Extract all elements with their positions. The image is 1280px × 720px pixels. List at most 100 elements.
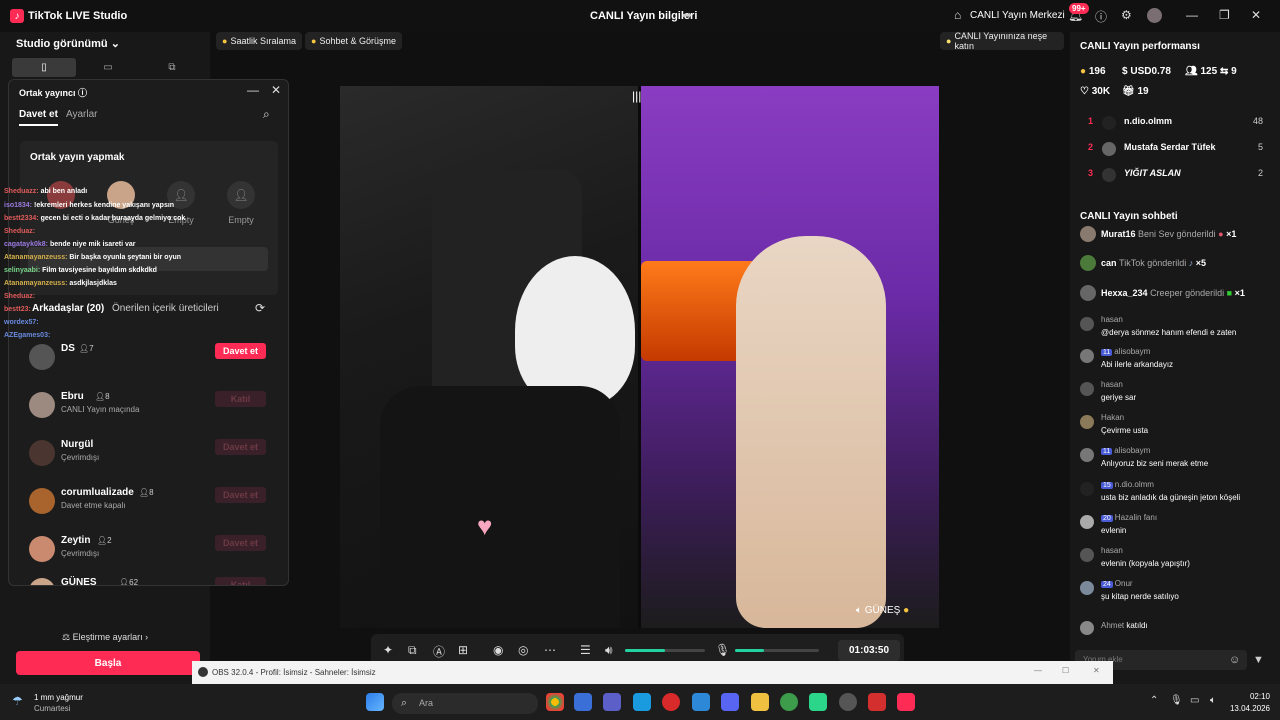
avatar: [1080, 621, 1094, 635]
fun-tip-chip[interactable]: ● CANLI Yayınınıza neşe katın: [940, 31, 1064, 51]
taskbar-search[interactable]: Ara: [392, 693, 538, 714]
windows-start-icon[interactable]: [366, 693, 384, 711]
avatar: [1080, 581, 1094, 595]
filter-icon[interactable]: ▼: [1253, 654, 1264, 666]
gear-icon[interactable]: ⚙: [1121, 8, 1132, 22]
obs-window-bar[interactable]: OBS 32.0.4 - Profil: İsimsiz - Sahneler:…: [192, 661, 1113, 684]
studio-view-dropdown[interactable]: Studio görünümü ⌄: [16, 37, 120, 50]
obs-title: OBS 32.0.4 - Profil: İsimsiz - Sahneler:…: [212, 668, 376, 677]
teams-icon[interactable]: [603, 693, 621, 711]
mic-slider[interactable]: [735, 649, 819, 652]
effects-icon[interactable]: ⧉: [408, 643, 417, 658]
overlay-user: Sheduaz:: [4, 293, 36, 300]
mic-fill: [735, 649, 765, 652]
home-icon[interactable]: ⌂: [954, 8, 961, 22]
display-icon[interactable]: ▭: [1190, 695, 1199, 706]
maximize-icon[interactable]: ☐: [1062, 666, 1069, 675]
friend-count: 👤︎62: [119, 578, 139, 586]
opera-icon[interactable]: [662, 693, 680, 711]
shares-value: 9: [1231, 66, 1237, 77]
sliders-icon[interactable]: ☰: [580, 643, 591, 657]
close-icon[interactable]: ✕: [1093, 666, 1100, 675]
avatar[interactable]: [1147, 8, 1162, 23]
magic-wand-icon[interactable]: ✦: [383, 643, 393, 657]
chat-user: hasan: [1101, 315, 1123, 324]
ranking-row[interactable]: 3 YIĞIT ASLAN 2: [1088, 168, 1263, 186]
store-icon[interactable]: [574, 693, 592, 711]
add-source-icon[interactable]: ⊞: [458, 643, 468, 657]
join-user: Ahmet: [1101, 621, 1125, 630]
live-center-link[interactable]: CANLI Yayın Merkezi: [970, 10, 1065, 21]
gift-count: ×1: [1234, 288, 1245, 298]
friend-row: Zeytin 👤︎2 Çevrimdışı Davet et: [19, 531, 277, 577]
chat-text: evlenin (kopyala yapıştır): [1101, 559, 1190, 568]
minimize-icon[interactable]: —: [1034, 666, 1042, 675]
obs-icon[interactable]: [839, 693, 857, 711]
tab-settings[interactable]: Ayarlar: [66, 109, 98, 120]
close-icon[interactable]: ✕: [271, 83, 281, 97]
volume-icon[interactable]: 🔊︎: [605, 643, 613, 658]
folder-icon[interactable]: [751, 693, 769, 711]
gift-row: can TikTok gönderildi ♪ ×5: [1078, 255, 1278, 275]
invite-button[interactable]: Davet et: [215, 439, 266, 455]
edge-icon[interactable]: [633, 693, 651, 711]
chevron-up-icon[interactable]: ⌃: [1150, 695, 1158, 706]
friend-count: 👤︎2: [97, 536, 112, 545]
youtube-icon[interactable]: [868, 693, 886, 711]
refresh-icon[interactable]: ⟳: [255, 301, 265, 315]
live-preview[interactable]: ♥ 🔈︎ GÜNEŞ ● |||: [340, 86, 939, 628]
app-icon[interactable]: [809, 693, 827, 711]
tiktok-icon[interactable]: [897, 693, 915, 711]
microphone-icon[interactable]: 🎙︎: [1170, 695, 1183, 706]
camera-icon[interactable]: ◎: [518, 643, 528, 657]
start-live-button[interactable]: Başla: [16, 651, 200, 675]
minimize-icon[interactable]: —: [247, 83, 259, 97]
chat-meet-chip[interactable]: ● Sohbet & Görüşme: [305, 32, 402, 50]
record-icon[interactable]: ◉: [493, 643, 503, 657]
ranking-row[interactable]: 2 Mustafa Serdar Tüfek 5: [1088, 142, 1263, 160]
microphone-icon[interactable]: 🎙︎: [715, 643, 730, 657]
portrait-layout-button[interactable]: ▯: [12, 58, 76, 77]
more-icon[interactable]: ⋯: [544, 643, 556, 657]
chat-text: Abi ilerle arkandayız: [1101, 360, 1174, 369]
clock-time[interactable]: 02:10: [1230, 692, 1270, 701]
hourly-ranking-chip[interactable]: ● Saatlik Sıralama: [216, 32, 302, 50]
invite-button[interactable]: Davet et: [215, 343, 266, 359]
browser-icon[interactable]: [780, 693, 798, 711]
maximize-icon[interactable]: ❐: [1219, 8, 1230, 22]
tab-invite[interactable]: Davet et: [19, 109, 58, 126]
chrome-icon[interactable]: [546, 693, 564, 711]
volume-slider[interactable]: [625, 649, 705, 652]
speaker-icon[interactable]: 🔈︎: [1210, 695, 1216, 706]
join-button[interactable]: Katıl: [215, 391, 266, 407]
invite-button[interactable]: Davet et: [215, 487, 266, 503]
ai-icon[interactable]: Ⓐ: [433, 643, 445, 660]
speaker-icon: 🔈︎: [856, 605, 862, 616]
help-icon[interactable]: ⓘ: [1095, 8, 1107, 25]
cohost-card-title: Ortak yayın yapmak: [30, 152, 125, 163]
overlay-text: bende niye mik isareti var: [49, 241, 136, 248]
discord-icon[interactable]: [721, 693, 739, 711]
dual-layout-button[interactable]: ⧉: [140, 58, 204, 77]
usd-value: USD0.78: [1130, 66, 1171, 77]
close-icon[interactable]: ✕: [1251, 8, 1261, 22]
avatar: [29, 440, 55, 466]
invite-button[interactable]: Davet et: [215, 535, 266, 551]
minimize-icon[interactable]: —: [1186, 8, 1198, 22]
emoji-icon[interactable]: ☺: [1229, 654, 1240, 666]
weather-text[interactable]: 1 mm yağmur: [34, 693, 83, 702]
gifts-value: 19: [1137, 86, 1149, 97]
weather-icon[interactable]: ☂: [12, 694, 23, 708]
trophy-icon: ●: [222, 36, 228, 46]
clock-date[interactable]: 13.04.2026: [1222, 704, 1270, 713]
ranking-row[interactable]: 1 n.dio.olmm 48: [1088, 116, 1263, 134]
share-icon[interactable]: ➦: [682, 8, 692, 22]
mail-icon[interactable]: [692, 693, 710, 711]
landscape-layout-button[interactable]: ▭: [76, 58, 140, 77]
usd-stat: $ USD0.78: [1122, 66, 1171, 77]
chat-text: evlenin: [1101, 526, 1127, 535]
join-button[interactable]: Katıl: [215, 577, 266, 585]
cohost-slot-empty[interactable]: 👤︎ Empty: [216, 181, 266, 225]
search-icon[interactable]: ⌕: [263, 107, 270, 122]
critique-settings-link[interactable]: ⚖ Eleştirme ayarları ›: [62, 632, 148, 643]
